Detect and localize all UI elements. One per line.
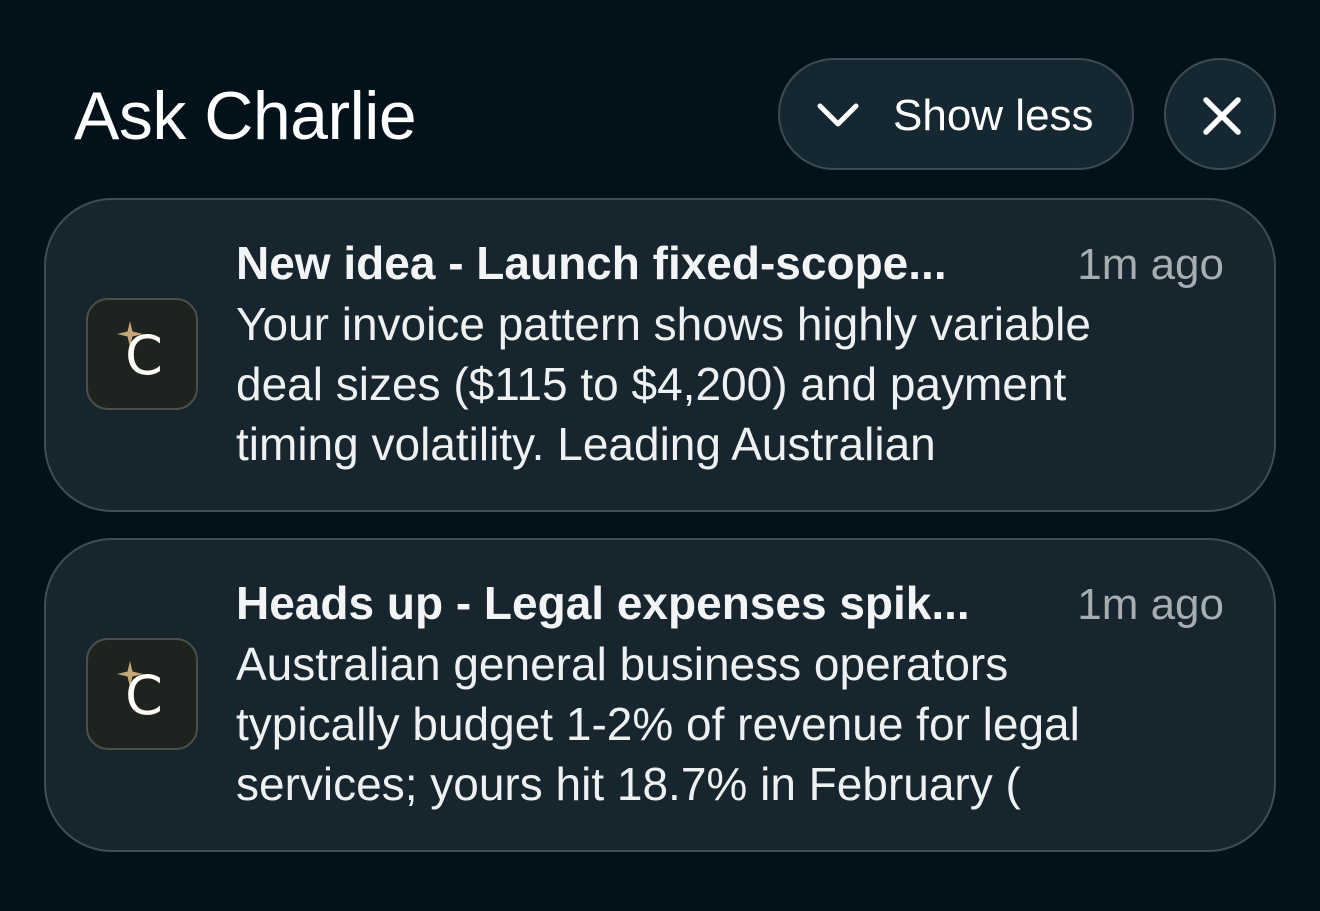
notification-body: Your invoice pattern shows highly variab… [236,294,1236,474]
notification-title: Heads up - Legal expenses spik... [236,577,970,629]
notification-body-line: typically budget 1-2% of revenue for leg… [236,698,1080,750]
app-icon-letter: C [125,324,163,387]
app-icon-letter: C [125,664,163,727]
notification-body-line: Your invoice pattern shows highly variab… [236,298,1091,350]
notification-title: New idea - Launch fixed-scope... [236,237,947,289]
notification-time: 1m ago [1077,240,1224,289]
notification-body-line: timing volatility. Leading Australian [236,418,936,470]
notification-body-line: services; yours hit 18.7% in February ( [236,758,1021,810]
panel-title: Ask Charlie [74,78,417,154]
charlie-app-icon: C [86,298,198,410]
close-button[interactable] [1164,58,1276,170]
notification-card-heads-up[interactable]: C Heads up - Legal expenses spik... 1m a… [44,538,1276,852]
show-less-button[interactable]: Show less [778,58,1134,170]
notification-card-new-idea[interactable]: C New idea - Launch fixed-scope... 1m ag… [44,198,1276,512]
charlie-app-icon: C [86,638,198,750]
chevron-down-icon [817,103,859,127]
notification-time: 1m ago [1077,580,1224,629]
close-icon [1203,97,1241,135]
notification-body-line: Australian general business operators [236,638,1009,690]
show-less-label: Show less [893,91,1094,140]
notification-body: Australian general business operators ty… [236,634,1236,814]
notification-body-line: deal sizes ($115 to $4,200) and payment [236,358,1067,410]
